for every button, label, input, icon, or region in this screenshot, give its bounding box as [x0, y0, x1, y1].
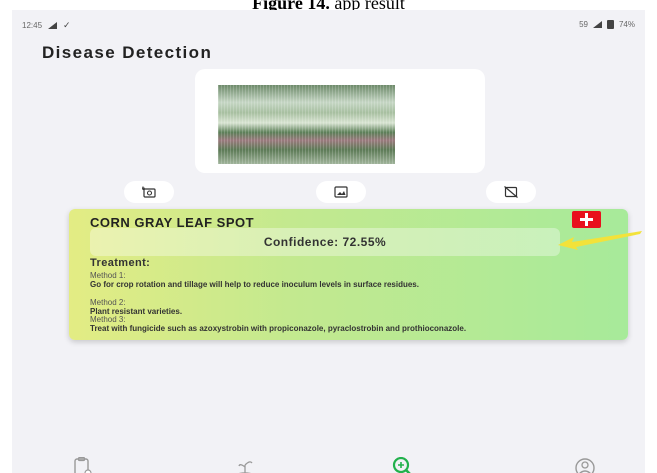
treatment-method-1: Method 1: Go for crop rotation and tilla…	[90, 271, 560, 289]
phone-screen: 12:45 ✓ 59 74% Disease Detection CORN GR…	[12, 10, 645, 473]
page-title: Disease Detection	[42, 43, 213, 62]
confidence-text: Confidence: 72.55%	[263, 235, 387, 249]
arrow-annotation-icon	[558, 231, 642, 250]
bottom-navigation	[12, 453, 645, 473]
treatment-title: Treatment:	[90, 257, 151, 269]
signal-icon	[592, 21, 602, 28]
camera-button[interactable]	[124, 181, 174, 203]
method-text: Treat with fungicide such as azoxystrobi…	[90, 324, 467, 333]
status-time: 12:45	[22, 21, 43, 30]
no-image-icon	[504, 186, 518, 198]
method-label: Method 3:	[90, 315, 126, 324]
method-label: Method 2:	[90, 298, 126, 307]
camera-add-icon	[142, 186, 156, 198]
clipboard-icon[interactable]	[67, 457, 97, 473]
location-icon	[48, 22, 58, 29]
medical-cross-icon	[572, 211, 601, 228]
leaf-photo	[218, 85, 395, 164]
battery-icon	[606, 20, 614, 29]
image-preview-card	[195, 69, 485, 173]
signal-text: 59	[579, 20, 588, 29]
treatment-method-3: Method 3: Treat with fungicide such as a…	[90, 315, 560, 333]
method-text: Go for crop rotation and tillage will he…	[90, 280, 419, 289]
method-label: Method 1:	[90, 271, 126, 280]
gallery-button[interactable]	[316, 181, 366, 203]
confidence-box: Confidence: 72.55%	[90, 228, 560, 256]
result-card: CORN GRAY LEAF SPOT Confidence: 72.55% T…	[69, 209, 628, 340]
plant-icon[interactable]	[230, 457, 260, 473]
profile-icon[interactable]	[570, 457, 600, 473]
treatment-method-2: Method 2: Plant resistant varieties.	[90, 298, 560, 316]
clear-image-button[interactable]	[486, 181, 536, 203]
gallery-icon	[334, 186, 348, 198]
battery-text: 74%	[618, 20, 635, 29]
notification-icon: ✓	[63, 20, 71, 30]
disease-search-icon[interactable]	[388, 457, 418, 473]
status-bar: 12:45 ✓ 59 74%	[12, 10, 645, 34]
